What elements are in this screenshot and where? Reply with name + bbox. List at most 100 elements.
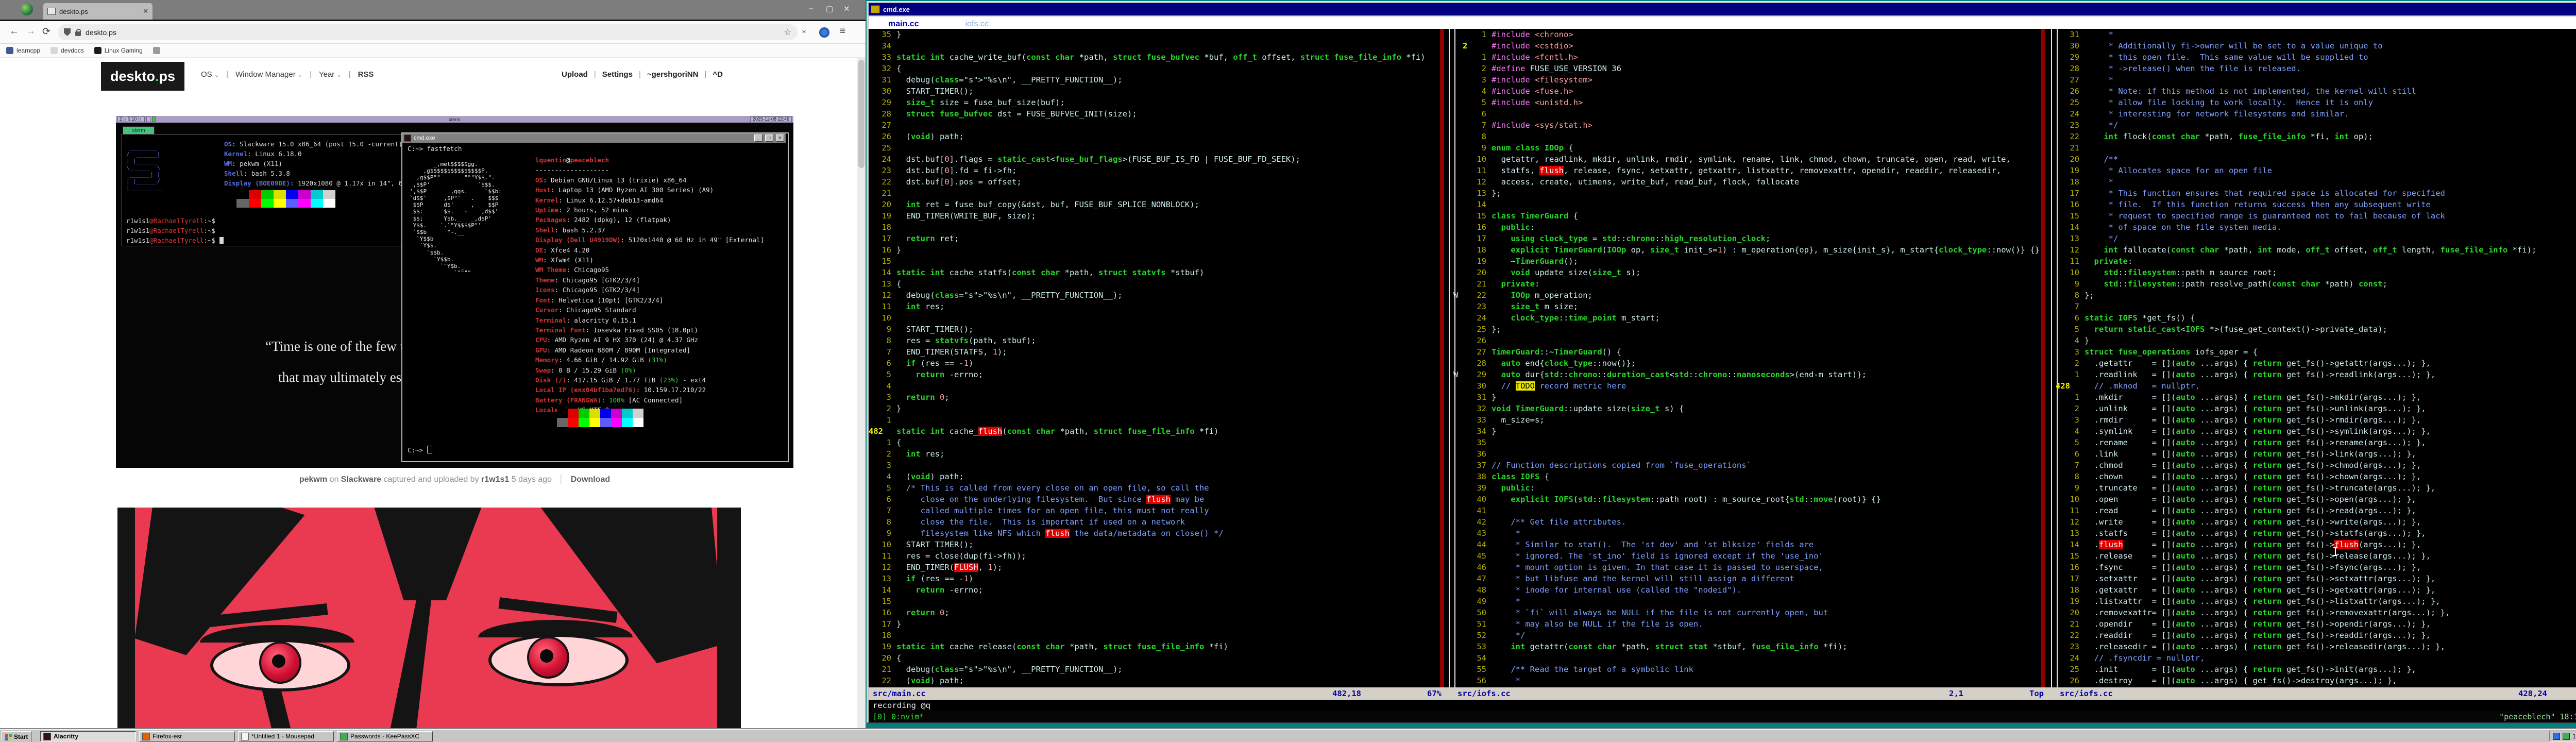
code-line: 2} [869,403,1449,414]
site-account-link[interactable]: Upload [562,70,588,79]
vim-pane-main[interactable]: 35}3433static int cache_write_buf(const … [869,29,1449,687]
vim-statusline-row: src/main.cc482,1867% src/iofs.cc2,1Top s… [869,687,2576,700]
back-icon[interactable]: ← [9,26,19,37]
comic-artwork-image[interactable]: firefox [117,508,741,742]
code-line: 31 * [2056,29,2576,40]
browser-tab[interactable]: deskto.ps ✕ [43,3,152,20]
code-line: 27 [869,120,1449,131]
code-line: 38class IOFS { [1453,471,2051,482]
terminal-palette [557,409,643,427]
code-line: 6 close on the underlying filesystem. Bu… [869,494,1449,505]
save-page-icon[interactable]: ⤓ [802,26,806,35]
code-line: 14 * of space on the file system media. [2056,222,2576,233]
url-bar[interactable]: deskto.ps ☆ [58,24,798,40]
site-nav-rss[interactable]: RSS [358,70,374,79]
firefox-logo-icon[interactable] [21,3,33,15]
code-line: 28 struct fuse_bufvec dst = FUSE_BUFVEC_… [869,108,1449,120]
code-line: 56 * [1453,675,2051,686]
display-tray-icon[interactable] [2553,733,2560,740]
close-icon: ✕ [776,134,784,142]
code-line: 5 /* This is called from every close on … [869,482,1449,494]
code-line: 23 size_t m_size; [1453,301,2051,312]
code-line: 7#include <sys/stat.h> [1453,120,2051,131]
code-line: 29 size_t size = fuse_buf_size(buf); [869,97,1449,108]
task-icon [142,733,150,740]
task-icon [340,733,348,740]
system-tray[interactable]: 100% 18:16 [2549,731,2576,741]
code-line: 45 * ignored. The 'st_ino' field is igno… [1453,550,2051,562]
code-line: 33static int cache_write_buf(const char … [869,52,1449,63]
alacritty-icon [404,134,411,142]
vim-pane-iofs-top[interactable]: 1#include <chrono>2#include <cstdio>1#in… [1453,29,2051,687]
battery-tray-icon[interactable] [2563,733,2570,740]
vim-cmdline: recording @q [869,700,2576,711]
forward-icon[interactable]: → [26,26,36,37]
task-icon [43,733,51,740]
page-scrollbar[interactable] [857,58,866,729]
code-line: 11 statfs, flush, release, fsync, setxat… [1453,165,2051,176]
code-line: 19 END_TIMER(WRITE_BUF, size); [869,210,1449,222]
window-maximize-icon[interactable]: ▢ [826,4,833,13]
code-line: 1{ [869,437,1449,448]
code-line: 3 return 0; [869,392,1449,403]
code-line: 6 [1453,108,2051,120]
extension-icon[interactable] [819,27,829,38]
vim-tab-main.cc[interactable]: main.cc [888,20,919,29]
code-line: 20 .removexattr= [](auto ...args) { retu… [2056,607,2576,618]
site-nav-dropdown[interactable]: OS ⌄ [201,70,219,79]
vim-pane-iofs-bottom[interactable]: 31 *30 * Additionally fi->owner will be … [2056,29,2576,687]
site-nav-dropdown[interactable]: Year ⌄ [319,70,342,79]
code-line: 4} [2056,335,2576,346]
tab-close-icon[interactable]: ✕ [143,7,148,15]
tracking-shield-icon[interactable] [64,28,71,36]
site-account-link[interactable]: Settings [602,70,633,79]
reload-icon[interactable]: ⟳ [42,26,50,38]
code-line: 17 .setxattr = [](auto ...args) { return… [2056,573,2576,584]
bookmark-item[interactable]: Linux Gaming [94,47,143,54]
site-account-link[interactable]: ^D [713,70,723,79]
code-line: 51 * may also be NULL if the file is ope… [1453,618,2051,630]
task-icon [241,733,249,740]
code-line: 8 res = statvfs(path, stbuf); [869,335,1449,346]
bookmark-item[interactable]: learncpp [6,47,40,54]
site-nav-dropdown[interactable]: Window Manager ⌄ [235,70,302,79]
wallpaper-quote: “Time is one of the few th [265,339,411,355]
bookmark-item[interactable] [153,47,163,54]
browser-window: deskto.ps ✕ ‒ ▢ ✕ ← → ⟳ deskto.ps ☆ ⤓ ≡ … [0,0,866,729]
code-line: 20 /** [2056,154,2576,165]
window-minimize-icon[interactable]: ‒ [809,4,813,13]
comic-right-eye [478,611,633,688]
code-line: 16 .fsync = [](auto ...args) { return ge… [2056,562,2576,573]
task-button-firefox-esr[interactable]: Firefox-esr [139,731,235,741]
menu-hamburger-icon[interactable]: ≡ [840,26,845,37]
code-line: 6static IOFS *get_fs() { [2056,312,2576,324]
code-line: 37// Function descriptions copied from `… [1453,460,2051,471]
padlock-icon[interactable] [75,31,81,36]
colorcolumn [2041,29,2045,687]
site-account-link[interactable]: ~gershgoriNN [647,70,699,79]
bookmark-item[interactable]: devdocs [50,47,84,54]
code-line: 53 int getattr(const char *path, struct … [1453,641,2051,652]
code-line: 19 ~TimerGuard(); [1453,256,2051,267]
task-button-passwords-keepassxc[interactable]: Passwords - KeePassXC [337,731,433,741]
fastfetch-command: C:~> fastfetch [408,145,462,153]
bookmark-star-icon[interactable]: ☆ [784,27,791,38]
site-logo[interactable]: deskto.ps [101,62,184,91]
code-line: 21 [2056,142,2576,154]
code-line: 2#define FUSE_USE_VERSION 36 [1453,63,2051,74]
code-line: 11 private: [2056,256,2576,267]
window-close-icon[interactable]: ✕ [843,4,850,13]
code-line: 13 if (res == -1) [869,573,1449,584]
download-link[interactable]: Download [571,475,610,484]
tmux-window-list: [0] 0:nvim* [869,712,924,721]
editor-titlebar[interactable]: cmd.exe _ □ ✕ [869,3,2576,15]
screenshot-image[interactable]: 2 0.10 xterm 2025-12-08 22:46 xterm ____… [116,116,793,468]
task-button--untitled-mousepad[interactable]: *Untitled 1 - Mousepad [238,731,334,741]
code-line: 39 public: [1453,482,2051,494]
code-line: 23 dst.buf[0].fd = fi->fh; [869,165,1449,176]
task-button-alacritty[interactable]: Alacritty [40,731,136,741]
start-button[interactable]: Start [2,731,31,742]
battery-percent: 100% [2572,733,2576,740]
code-line: 1 .readlink = [](auto ...args) { return … [2056,369,2576,380]
vim-tab-iofs.cc[interactable]: iofs.cc [965,20,989,29]
